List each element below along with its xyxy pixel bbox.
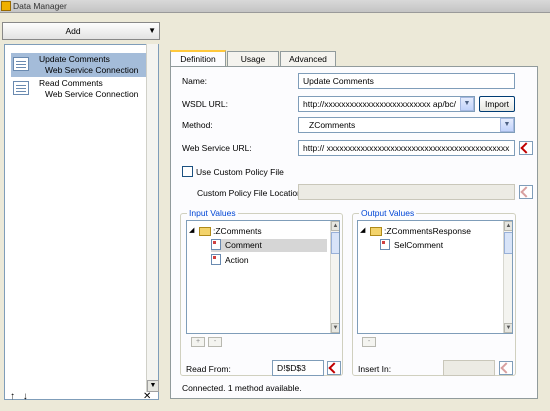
- import-button[interactable]: Import: [479, 96, 515, 112]
- scroll-up-icon[interactable]: ▲: [331, 221, 339, 231]
- tab-usage[interactable]: Usage: [227, 51, 279, 67]
- tree-node-label: SelComment: [394, 240, 444, 250]
- tree-node-label: :ZComments: [213, 226, 262, 236]
- connection-name: Update Comments: [39, 54, 110, 64]
- cell-picker-icon[interactable]: [519, 185, 533, 199]
- list-item[interactable]: Read Comments Web Service Connection: [11, 77, 149, 101]
- output-values-tree[interactable]: ◢ :ZCommentsResponse SelComment ▲ ▼: [357, 220, 513, 334]
- list-item[interactable]: Update Comments Web Service Connection: [11, 53, 149, 77]
- tree-node-root[interactable]: ◢ :ZComments: [189, 226, 329, 239]
- name-field[interactable]: Update Comments: [298, 73, 515, 89]
- connections-list[interactable]: Update Comments Web Service Connection R…: [4, 44, 159, 400]
- field-icon: [211, 254, 221, 265]
- method-dropdown-icon[interactable]: ▼: [500, 118, 514, 132]
- scroll-thumb[interactable]: [331, 232, 339, 254]
- field-icon: [380, 239, 390, 250]
- app-icon: [1, 1, 11, 11]
- connection-type: Web Service Connection: [45, 89, 139, 99]
- tree-node-label: Action: [225, 255, 249, 265]
- connections-scrollbar[interactable]: ▼: [146, 44, 159, 392]
- insert-in-field[interactable]: [443, 360, 495, 376]
- scroll-thumb[interactable]: [504, 232, 512, 254]
- method-label: Method:: [182, 120, 213, 130]
- tab-advanced[interactable]: Advanced: [280, 51, 336, 67]
- input-values-tree[interactable]: ◢ :ZComments Comment Action ▲ ▼: [186, 220, 340, 334]
- folder-icon: [199, 227, 211, 236]
- add-button-label: Add: [65, 26, 81, 36]
- delete-icon[interactable]: ✕: [143, 391, 151, 402]
- wsdl-url-label: WSDL URL:: [182, 99, 228, 109]
- move-down-icon[interactable]: ↓: [23, 391, 28, 402]
- input-tree-scrollbar[interactable]: ▲ ▼: [330, 221, 339, 333]
- use-custom-policy-label: Use Custom Policy File: [196, 167, 284, 177]
- title-bar: Data Manager: [0, 0, 550, 13]
- web-service-connection-icon: [13, 57, 29, 71]
- add-input-button[interactable]: +: [191, 337, 205, 347]
- wsdl-url-field[interactable]: http://xxxxxxxxxxxxxxxxxxxxxxxxx ap/bc/ …: [298, 96, 475, 112]
- use-custom-policy-checkbox[interactable]: [182, 166, 193, 177]
- tree-node-selcomment[interactable]: SelComment: [380, 239, 496, 252]
- input-values-title: Input Values: [187, 208, 238, 218]
- collapse-icon[interactable]: ◢: [360, 226, 365, 234]
- scroll-down-icon[interactable]: ▼: [504, 323, 512, 333]
- read-from-field[interactable]: D!$D$3: [272, 360, 324, 376]
- connections-toolbar: ↑ ↓ ✕: [10, 391, 151, 402]
- remove-output-button[interactable]: -: [362, 337, 376, 347]
- tree-node-action[interactable]: Action: [211, 254, 327, 267]
- window-title: Data Manager: [13, 1, 67, 11]
- tree-node-label: Comment: [225, 240, 262, 250]
- wsdl-url-value: http://xxxxxxxxxxxxxxxxxxxxxxxxx ap/bc/: [303, 99, 457, 109]
- status-text: Connected. 1 method available.: [182, 383, 302, 393]
- policy-location-field[interactable]: [298, 184, 515, 200]
- connection-name: Read Comments: [39, 78, 103, 88]
- insert-in-label: Insert In:: [358, 364, 392, 374]
- tree-node-comment[interactable]: Comment: [211, 239, 327, 252]
- field-icon: [211, 239, 221, 250]
- scroll-up-icon[interactable]: ▲: [504, 221, 512, 231]
- remove-input-button[interactable]: -: [208, 337, 222, 347]
- cell-picker-icon[interactable]: [499, 361, 513, 375]
- read-from-label: Read From:: [186, 364, 231, 374]
- scroll-down-icon[interactable]: ▼: [331, 323, 339, 333]
- cell-picker-icon[interactable]: [519, 141, 533, 155]
- policy-location-label: Custom Policy File Location:: [197, 188, 305, 198]
- name-label: Name:: [182, 76, 208, 86]
- web-service-url-field[interactable]: http:// xxxxxxxxxxxxxxxxxxxxxxxxxxxxxxxx…: [298, 140, 515, 156]
- web-service-url-label: Web Service URL:: [182, 143, 252, 153]
- folder-icon: [370, 227, 382, 236]
- chevron-down-icon: ▼: [148, 26, 156, 35]
- web-service-connection-icon: [13, 81, 29, 95]
- collapse-icon[interactable]: ◢: [189, 226, 194, 234]
- output-tree-scrollbar[interactable]: ▲ ▼: [503, 221, 512, 333]
- add-button[interactable]: Add ▼: [2, 22, 160, 40]
- connection-type: Web Service Connection: [45, 65, 139, 75]
- tree-node-root[interactable]: ◢ :ZCommentsResponse: [360, 226, 500, 239]
- cell-picker-icon[interactable]: [327, 361, 341, 375]
- output-values-title: Output Values: [359, 208, 417, 218]
- move-up-icon[interactable]: ↑: [10, 391, 15, 402]
- tree-node-label: :ZCommentsResponse: [384, 226, 471, 236]
- wsdl-dropdown-icon[interactable]: ▼: [460, 97, 474, 111]
- method-select[interactable]: ZComments ▼: [298, 117, 515, 133]
- method-value: ZComments: [309, 120, 356, 130]
